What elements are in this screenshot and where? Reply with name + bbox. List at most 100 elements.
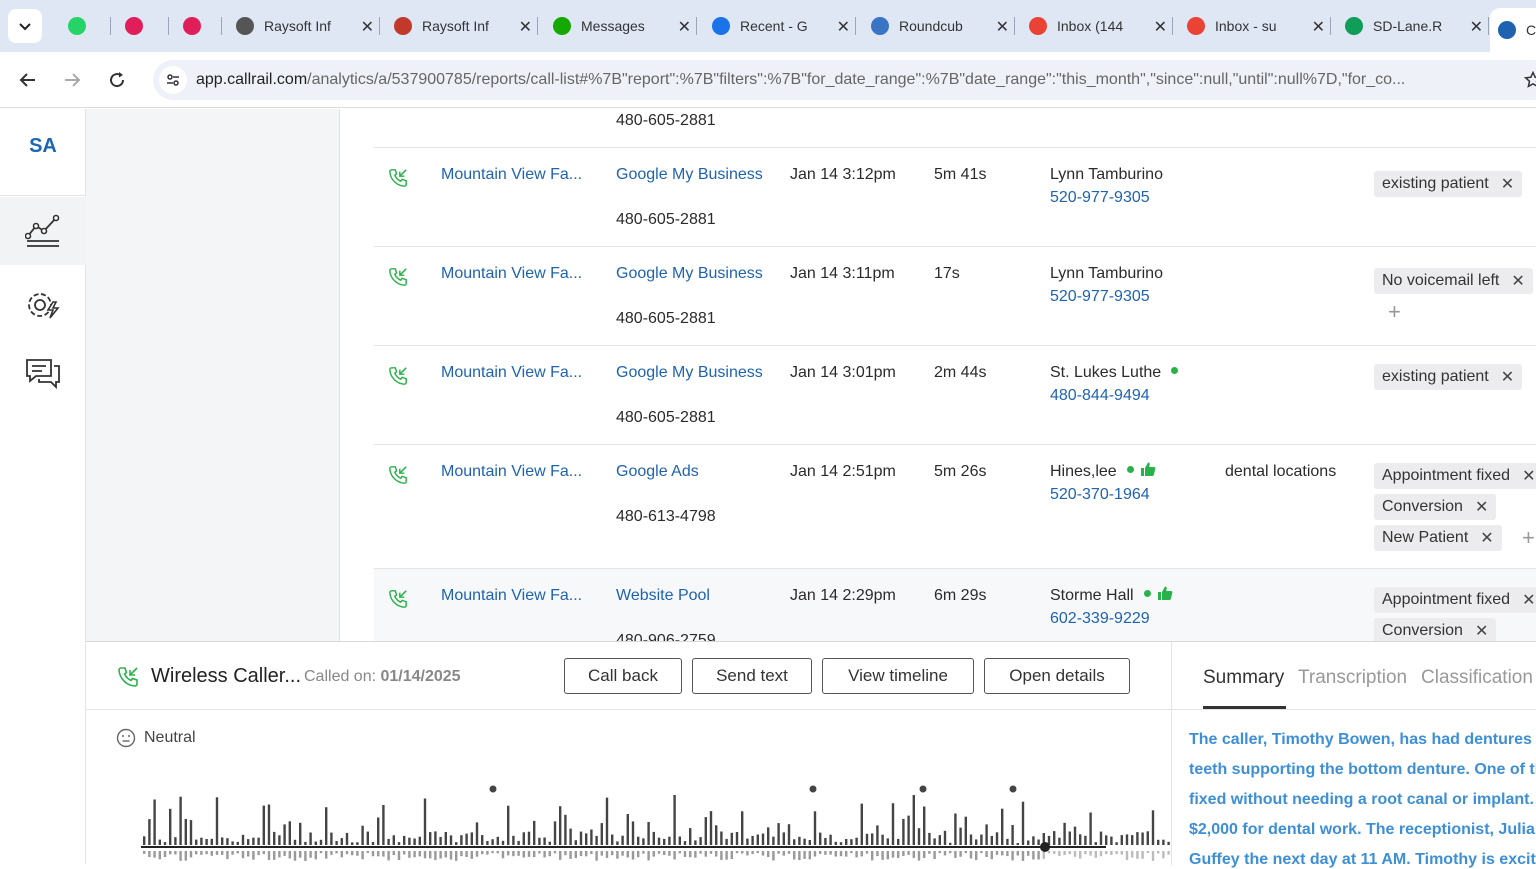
caller-phone-link[interactable]: 480-844-9494 [1050,387,1150,405]
waveform-bar-secondary [1089,851,1092,856]
source-link[interactable]: Google My Business [616,265,763,283]
browser-tab[interactable]: Inbox (144 ✕ [1021,8,1173,44]
open-details-button[interactable]: Open details [984,658,1130,694]
waveform-bar-secondary [782,851,785,856]
arrow-left-icon [19,73,35,87]
close-tab-icon[interactable]: ✕ [519,17,532,37]
remove-tag-icon[interactable]: ✕ [1475,621,1488,641]
company-link[interactable]: Mountain View Fa... [441,265,582,283]
call-detail-header: Wireless Caller... Called on: 01/14/2025… [86,642,1171,710]
waveform-bar-secondary [455,851,458,861]
speaker-marker[interactable] [809,785,817,793]
source-link[interactable]: Google Ads [616,463,699,481]
remove-tag-icon[interactable]: ✕ [1522,466,1535,486]
tab-separator [168,17,169,35]
tab-transcription[interactable]: Transcription [1298,667,1407,689]
bookmark-star-icon[interactable] [1524,71,1536,89]
caller-phone-link[interactable]: 520-370-1964 [1050,486,1150,504]
close-tab-icon[interactable]: ✕ [1154,17,1167,37]
add-tag-icon[interactable]: + [1522,525,1535,551]
remove-tag-icon[interactable]: ✕ [1522,590,1535,610]
address-bar[interactable]: app.callrail.com/analytics/a/537900785/r… [153,60,1536,100]
table-row[interactable]: Mountain View Fa... Google Ads 480-613-479… [374,445,1536,569]
remove-tag-icon[interactable]: ✕ [1511,271,1524,291]
waveform-bar [720,831,723,845]
close-tab-icon[interactable]: ✕ [361,17,374,37]
browser-tab[interactable]: Inbox - su ✕ [1179,8,1331,44]
waveform-bar-secondary [252,851,255,860]
waveform-bar-secondary [184,851,187,861]
waveform-bar-secondary [1021,851,1025,861]
waveform-bar [834,841,837,845]
table-row[interactable]: Mountain View Fa... Google My Business 480… [374,346,1536,445]
waveform-bar [938,835,941,845]
waveform-bar-secondary [865,851,869,854]
remove-tag-icon[interactable]: ✕ [1480,528,1493,548]
waveform-bar [486,841,489,845]
waveform-bar-secondary [444,851,447,858]
playhead-handle[interactable] [1040,842,1050,852]
account-logo[interactable]: SA [0,135,86,158]
sidebar-item-analytics[interactable] [0,197,86,265]
waveform-bar-secondary [1006,851,1009,857]
sidebar-item-messages[interactable] [0,339,86,407]
close-tab-icon[interactable]: ✕ [678,17,691,37]
audio-waveform[interactable] [141,777,1171,865]
waveform-bar [195,839,198,845]
waveform-bar-secondary [1151,851,1155,861]
browser-tab[interactable]: Recent - G ✕ [704,8,856,44]
source-link[interactable]: Website Pool [616,587,710,605]
waveform-bar-secondary [611,851,614,856]
browser-tab[interactable] [117,8,161,44]
add-tag-icon[interactable]: + [1388,299,1401,325]
table-row[interactable]: Mountain View Fa... Google My Business 480… [374,247,1536,346]
close-tab-icon[interactable]: ✕ [1312,17,1325,37]
waveform-bar-secondary [387,851,390,861]
call-back-button[interactable]: Call back [564,658,682,694]
browser-tab[interactable] [60,8,104,44]
sidebar-item-settings[interactable] [0,271,86,339]
tab-classification[interactable]: Classification [1421,667,1533,689]
remove-tag-icon[interactable]: ✕ [1501,367,1514,387]
speaker-marker[interactable] [919,785,927,793]
browser-tab[interactable]: Raysoft Inf ✕ [228,8,380,44]
tab-search-button[interactable] [8,9,42,43]
table-row[interactable]: Mountain View Fa... Website Pool 480-906-2… [374,569,1536,641]
speaker-marker[interactable] [489,785,497,793]
tag-label: existing patient [1382,368,1489,385]
waveform-bar-secondary [179,851,182,861]
speaker-marker[interactable] [1009,785,1017,793]
company-link[interactable]: Mountain View Fa... [441,463,582,481]
waveform-bar-secondary [876,851,879,857]
view-timeline-button[interactable]: View timeline [822,658,974,694]
company-link[interactable]: Mountain View Fa... [441,364,582,382]
browser-tab[interactable]: Raysoft Inf ✕ [386,8,538,44]
source-link[interactable]: Google My Business [616,166,763,184]
site-info-button[interactable] [159,66,187,94]
tab-summary[interactable]: Summary [1203,667,1284,689]
table-row[interactable]: Mountain View Fa... Google My Business 480… [374,148,1536,247]
waveform-bar [309,832,312,845]
browser-tab[interactable]: Messages ✕ [545,8,697,44]
source-link[interactable]: Google My Business [616,364,763,382]
close-tab-icon[interactable]: ✕ [996,17,1009,37]
forward-button[interactable] [58,66,86,94]
caller-phone-link[interactable]: 602-339-9229 [1050,610,1150,628]
company-link[interactable]: Mountain View Fa... [441,587,582,605]
browser-tab[interactable]: SD-Lane.R ✕ [1337,8,1489,44]
company-link[interactable]: Mountain View Fa... [441,166,582,184]
send-text-button[interactable]: Send text [692,658,812,694]
remove-tag-icon[interactable]: ✕ [1501,174,1514,194]
caller-phone-link[interactable]: 520-977-9305 [1050,189,1150,207]
browser-tab[interactable]: C [1490,8,1536,52]
caller-name: Storme Hall [1050,586,1173,605]
remove-tag-icon[interactable]: ✕ [1475,497,1488,517]
caller-phone-link[interactable]: 520-977-9305 [1050,288,1150,306]
close-tab-icon[interactable]: ✕ [837,17,850,37]
close-tab-icon[interactable]: ✕ [1470,17,1483,37]
browser-tab[interactable] [175,8,219,44]
back-button[interactable] [14,66,42,94]
reload-button[interactable] [103,66,131,94]
waveform-bar-secondary [283,851,286,856]
browser-tab[interactable]: Roundcub ✕ [863,8,1015,44]
